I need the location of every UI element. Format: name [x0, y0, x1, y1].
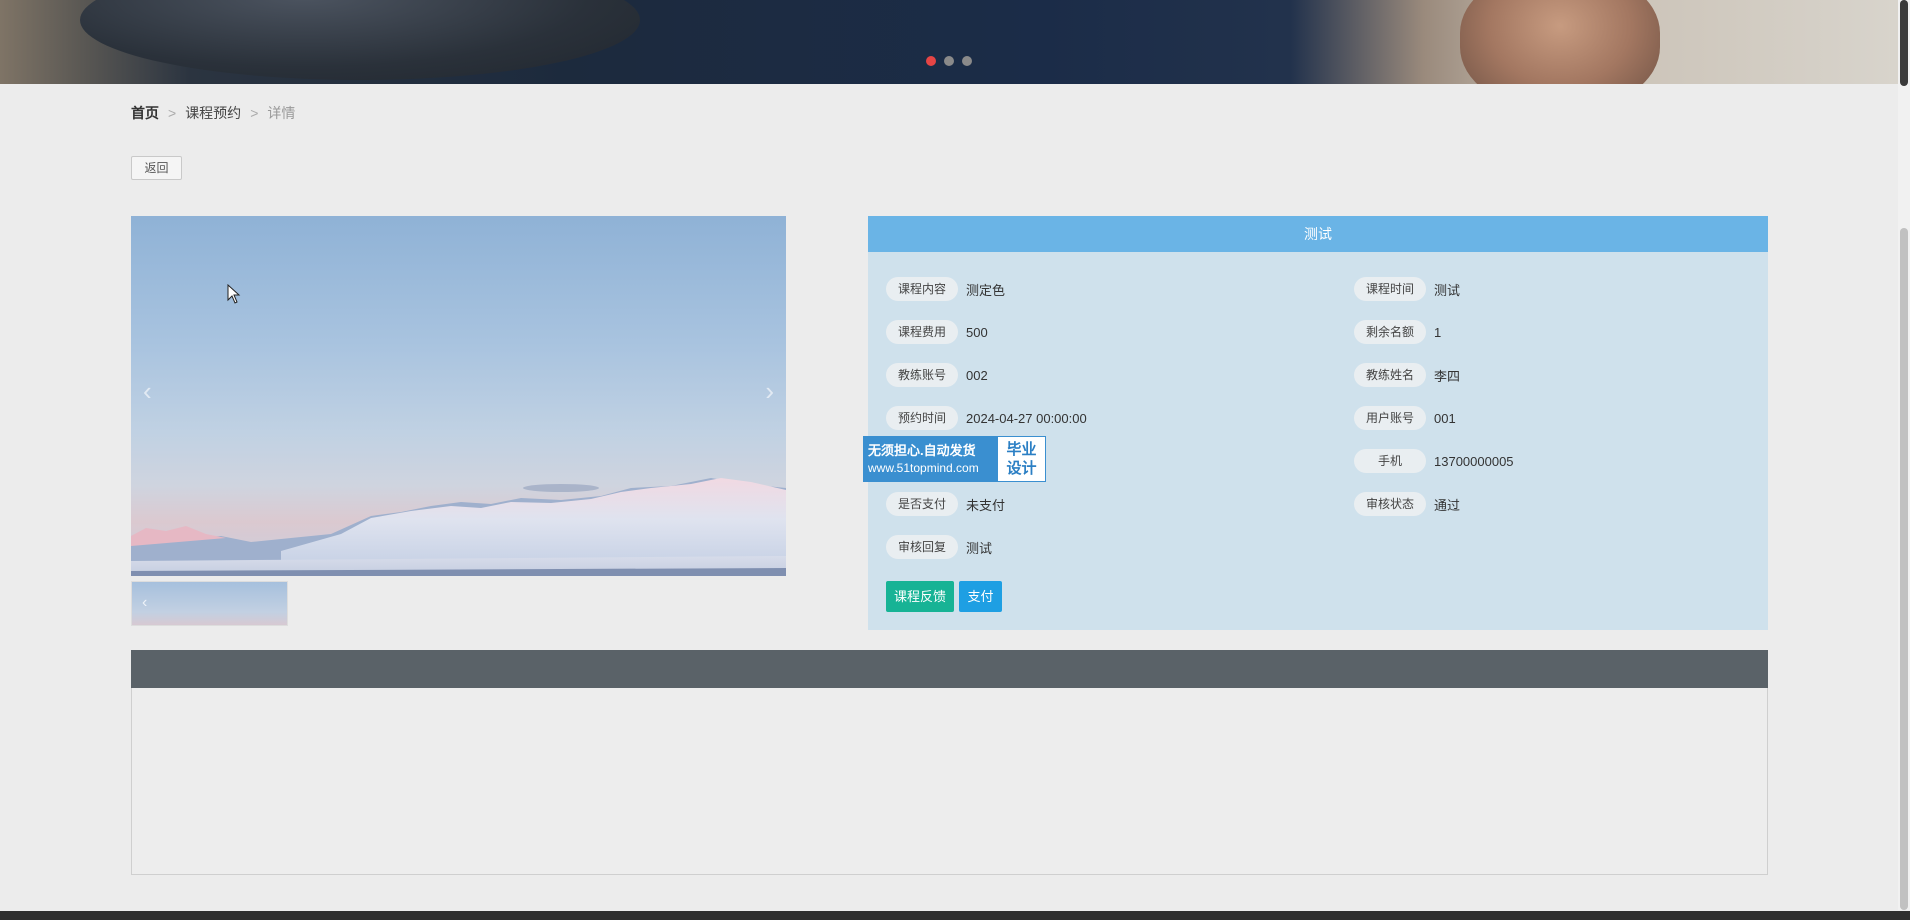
carousel-next-arrow[interactable]: › [765, 376, 774, 407]
field-value: 测试 [966, 540, 993, 556]
banner-indicator-dots [926, 56, 972, 66]
field-label: 审核状态 [1354, 492, 1426, 516]
mountain-landscape-image [131, 478, 786, 576]
field-label: 审核回复 [886, 535, 958, 559]
page-scrollbar[interactable] [1898, 0, 1910, 910]
field-course-content: 课程内容 测定色 [886, 277, 1005, 301]
banner-image-shape [1460, 0, 1660, 84]
field-label: 教练账号 [886, 363, 958, 387]
field-value: 500 [966, 324, 988, 340]
field-review-reply: 审核回复 测试 [886, 535, 992, 559]
field-value: 13700000005 [1434, 453, 1514, 469]
banner-dot-2[interactable] [944, 56, 954, 66]
breadcrumb-home-link[interactable]: 首页 [131, 103, 159, 123]
field-value: 1 [1434, 324, 1442, 340]
field-value: 通过 [1434, 497, 1461, 513]
field-label: 课程时间 [1354, 277, 1426, 301]
field-value: 001 [1434, 410, 1456, 426]
field-coach-name: 教练姓名 李四 [1354, 363, 1460, 387]
field-label: 预约时间 [886, 406, 958, 430]
field-phone: 手机 13700000005 [1354, 449, 1514, 473]
field-value: 李四 [1434, 368, 1461, 384]
banner-dot-1[interactable] [926, 56, 936, 66]
pay-button[interactable]: 支付 [959, 581, 1002, 612]
field-course-fee: 课程费用 500 [886, 320, 988, 344]
banner-image-shape [80, 0, 640, 80]
breadcrumb-current: 详情 [267, 105, 296, 121]
field-label: 课程费用 [886, 320, 958, 344]
scrollbar-thumb[interactable] [1900, 228, 1908, 910]
field-label: 剩余名额 [1354, 320, 1426, 344]
field-booking-time: 预约时间 2024-04-27 00:00:00 [886, 406, 1087, 430]
thumbnail-prev-arrow[interactable]: ‹ [142, 594, 147, 612]
top-banner-carousel [0, 0, 1898, 84]
field-label: 课程内容 [886, 277, 958, 301]
detail-tab-header [131, 650, 1768, 688]
course-image-carousel: ‹ › [131, 216, 786, 576]
breadcrumb-separator: > [168, 105, 177, 121]
watermark-url: www.51topmind.com [868, 461, 979, 475]
field-value: 2024-04-27 00:00:00 [966, 410, 1087, 426]
watermark-line1: 无须担心.自动发货 [868, 443, 976, 458]
detail-content-area [131, 688, 1768, 875]
breadcrumb: 首页 > 课程预约 > 详情 [131, 103, 295, 123]
field-review-status: 审核状态 通过 [1354, 492, 1460, 516]
field-user-account: 用户账号 001 [1354, 406, 1456, 430]
carousel-prev-arrow[interactable]: ‹ [143, 376, 152, 407]
watermark-logo: 毕业 设计 [998, 437, 1045, 481]
field-value: 未支付 [966, 497, 1006, 513]
field-remaining-slots: 剩余名额 1 [1354, 320, 1441, 344]
banner-dot-3[interactable] [962, 56, 972, 66]
field-course-time: 课程时间 测试 [1354, 277, 1460, 301]
field-value: 002 [966, 367, 988, 383]
field-label: 教练姓名 [1354, 363, 1426, 387]
field-label: 手机 [1354, 449, 1426, 473]
watermark-logo-line2: 设计 [1006, 460, 1037, 477]
watermark-text: 无须担心.自动发货 www.51topmind.com [864, 437, 998, 481]
scrollbar-thumb-dark[interactable] [1900, 0, 1908, 86]
field-coach-account: 教练账号 002 [886, 363, 988, 387]
field-value: 测试 [1434, 282, 1461, 298]
gallery-thumbnail[interactable]: ‹ [131, 581, 288, 626]
breadcrumb-separator: > [250, 105, 259, 121]
page-footer [0, 911, 1910, 920]
course-detail-panel: 测试 课程内容 测定色 课程费用 500 教练账号 002 预约时间 2024-… [868, 216, 1768, 630]
field-payment-status: 是否支付 未支付 [886, 492, 1005, 516]
watermark-logo-line1: 毕业 [1006, 441, 1037, 458]
field-label: 用户账号 [1354, 406, 1426, 430]
watermark-badge: 无须担心.自动发货 www.51topmind.com 毕业 设计 [863, 436, 1046, 482]
back-button[interactable]: 返回 [131, 156, 182, 180]
course-feedback-button[interactable]: 课程反馈 [886, 581, 954, 612]
panel-title: 测试 [868, 216, 1768, 252]
field-value: 测定色 [966, 282, 1006, 298]
breadcrumb-section-link[interactable]: 课程预约 [185, 103, 241, 123]
field-label: 是否支付 [886, 492, 958, 516]
